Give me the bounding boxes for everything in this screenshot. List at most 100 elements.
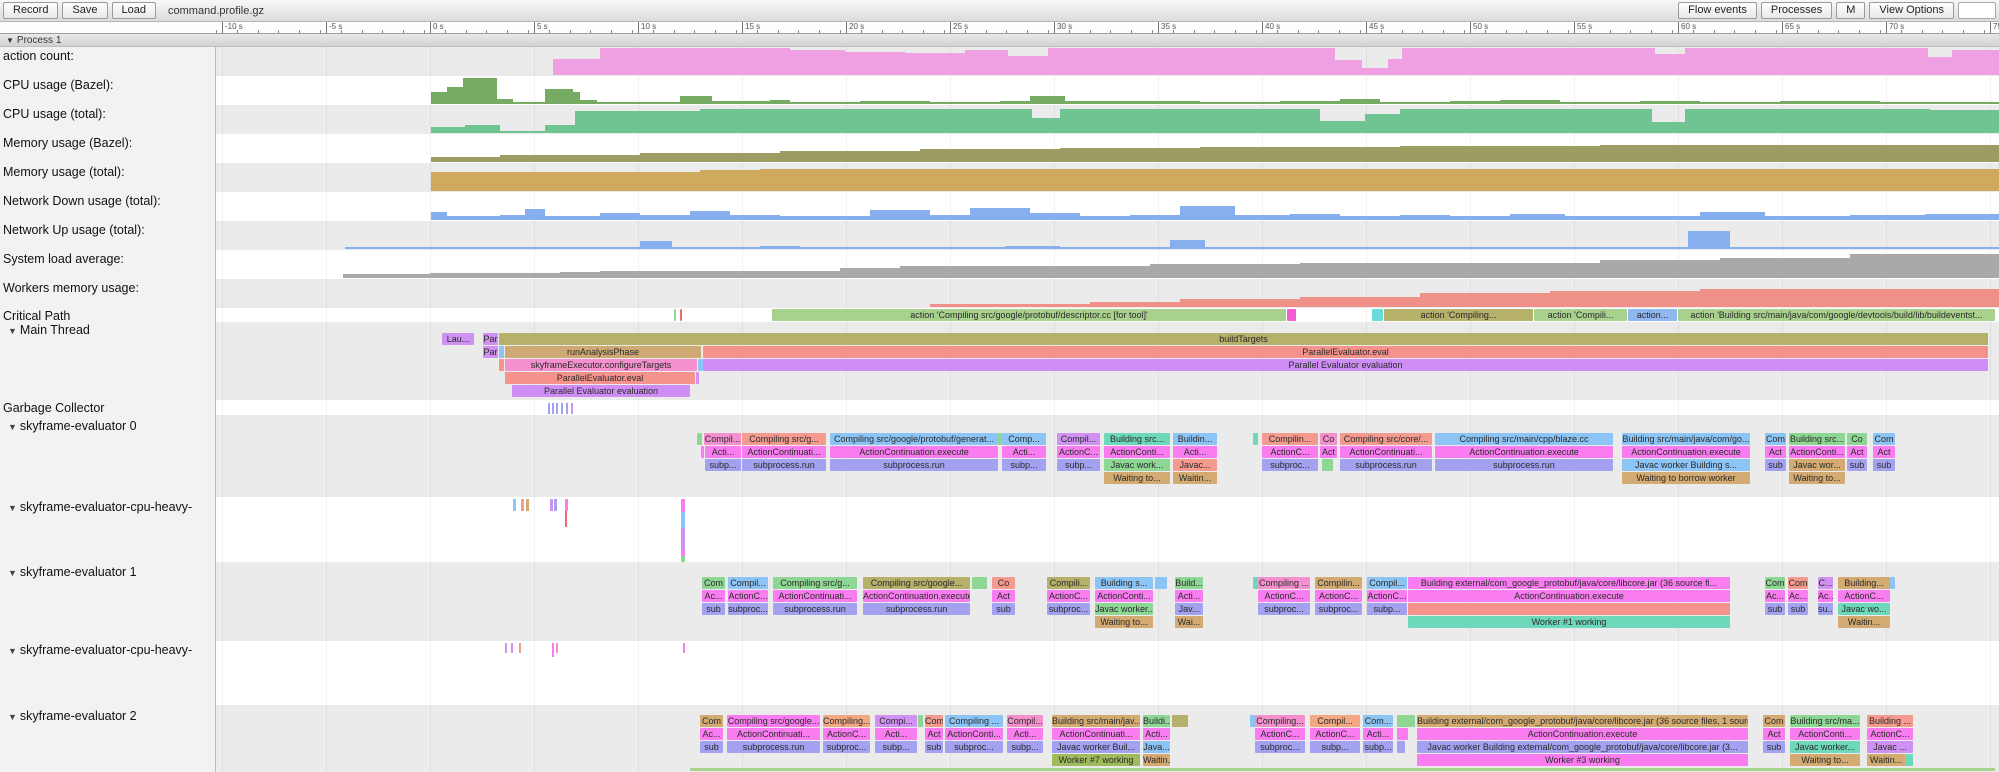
trace-block[interactable]: ActionContinuation.execute [863, 590, 970, 602]
counter-segment[interactable] [640, 241, 672, 249]
trace-block[interactable]: subprocess.run [742, 459, 826, 471]
counter-track-cpu-usage-total-[interactable] [0, 105, 1999, 134]
trace-block[interactable]: subproc... [1262, 459, 1318, 471]
counter-segment[interactable] [1930, 110, 1999, 133]
trace-block[interactable] [1172, 715, 1188, 727]
trace-block[interactable]: Compiling src/main/cpp/blaze.cc [1435, 433, 1613, 445]
view-options-button[interactable]: View Options [1869, 2, 1954, 19]
trace-block[interactable]: sub [702, 603, 725, 615]
counter-segment[interactable] [1400, 215, 1450, 220]
counter-segment[interactable] [1388, 59, 1402, 75]
trace-block[interactable]: subprocess.run [863, 603, 970, 615]
processes-button[interactable]: Processes [1761, 2, 1832, 19]
trace-block[interactable] [1408, 603, 1730, 615]
collapse-arrow-icon[interactable]: ▼ [8, 326, 17, 336]
counter-segment[interactable] [1400, 247, 1500, 249]
counter-segment[interactable] [1200, 102, 1280, 104]
trace-block[interactable]: Java... [1143, 741, 1170, 753]
trace-block[interactable]: Waiting to... [1095, 616, 1153, 628]
trace-block[interactable]: subprocess.run [830, 459, 998, 471]
trace-tick[interactable] [565, 511, 567, 527]
trace-block[interactable] [1397, 728, 1408, 740]
trace-tick[interactable] [681, 528, 685, 550]
collapse-arrow-icon[interactable]: ▼ [8, 712, 17, 722]
counter-segment[interactable] [930, 102, 1000, 104]
counter-segment[interactable] [545, 216, 600, 220]
trace-block[interactable]: Comp... [1002, 433, 1046, 445]
counter-segment[interactable] [345, 247, 640, 249]
trace-block[interactable]: Parallel Evaluator evaluation [512, 385, 690, 397]
counter-segment[interactable] [920, 149, 1060, 162]
trace-block[interactable]: subproc... [1315, 603, 1362, 615]
trace-tick[interactable] [505, 643, 507, 653]
trace-block[interactable]: ActionC... [1310, 728, 1360, 740]
trace-block[interactable]: ActionContinuati... [1052, 728, 1140, 740]
time-ruler[interactable]: -10 s-5 s0 s5 s10 s15 s20 s25 s30 s35 s4… [0, 22, 1999, 34]
counter-segment[interactable] [1402, 48, 1655, 75]
trace-block[interactable]: ActionContinuati... [773, 590, 857, 602]
trace-block[interactable]: su... [1818, 603, 1833, 615]
trace-block[interactable]: ActionC... [1057, 446, 1100, 458]
trace-tick[interactable] [556, 403, 558, 414]
trace-block[interactable]: Javac worker Building external/com_googl… [1417, 741, 1748, 753]
counter-segment[interactable] [430, 273, 560, 278]
counter-segment[interactable] [1952, 50, 1999, 75]
trace-block[interactable]: Compiling src/g... [742, 433, 826, 445]
trace-block[interactable]: Worker #1 working [1408, 616, 1730, 628]
counter-segment[interactable] [1880, 102, 1999, 104]
trace-block[interactable]: subprocess.run [773, 603, 857, 615]
thread-label-main-thread[interactable]: ▼Main Thread [8, 323, 90, 337]
counter-segment[interactable] [672, 247, 760, 249]
counter-segment[interactable] [1560, 102, 1640, 104]
trace-block[interactable]: ActionC... [1367, 590, 1407, 602]
trace-block[interactable]: Parallel Evaluator evaluation [703, 359, 1988, 371]
trace-block[interactable]: Javac wor... [1789, 459, 1845, 471]
trace-block[interactable]: Worker #3 working [1417, 754, 1748, 766]
trace-block[interactable]: Building ... [1867, 715, 1913, 727]
trace-tick[interactable] [548, 403, 550, 414]
trace-block[interactable]: sub [992, 603, 1015, 615]
trace-tick[interactable] [552, 403, 554, 414]
counter-segment[interactable] [597, 102, 680, 104]
trace-block[interactable]: Acti... [705, 446, 741, 458]
counter-segment[interactable] [860, 101, 930, 104]
counter-segment[interactable] [573, 92, 580, 104]
trace-block[interactable]: Acti... [1175, 590, 1203, 602]
counter-segment[interactable] [1235, 215, 1290, 220]
collapse-arrow-icon[interactable]: ▼ [8, 568, 17, 578]
trace-block[interactable]: Compili... [1047, 577, 1090, 589]
toolbar-right-field[interactable] [1958, 2, 1996, 19]
counter-segment[interactable] [1500, 100, 1560, 104]
counter-segment[interactable] [930, 304, 1090, 307]
counter-segment[interactable] [1450, 101, 1500, 104]
trace-block[interactable]: Waiting to... [1789, 472, 1845, 484]
trace-block[interactable]: ActionContinuati... [1340, 446, 1432, 458]
trace-block[interactable]: ActionC... [1838, 590, 1890, 602]
trace-block[interactable]: C... [1818, 577, 1833, 589]
counter-segment[interactable] [497, 99, 513, 104]
trace-block[interactable]: skyframeExecutor.configureTargets [505, 359, 697, 371]
trace-block[interactable]: Compiling src/google... [863, 577, 970, 589]
trace-block[interactable]: Compiling... [823, 715, 870, 727]
trace-block[interactable]: Building src/main/java/com/go... [1622, 433, 1750, 445]
counter-segment[interactable] [600, 48, 790, 75]
counter-segment[interactable] [1340, 216, 1400, 220]
counter-segment[interactable] [1925, 214, 1999, 220]
counter-segment[interactable] [930, 215, 970, 220]
trace-block[interactable]: ActionConti... [1095, 590, 1153, 602]
counter-segment[interactable] [431, 92, 447, 104]
counter-segment[interactable] [845, 52, 905, 75]
counter-segment[interactable] [1600, 260, 1720, 278]
trace-block[interactable]: Com [925, 715, 943, 727]
trace-tick[interactable] [526, 499, 529, 511]
trace-block[interactable]: Ac... [1765, 590, 1785, 602]
counter-segment[interactable] [431, 157, 500, 162]
trace-block[interactable]: Javac worker Building s... [1622, 459, 1750, 471]
trace-block[interactable]: Compiling ... [1258, 577, 1310, 589]
trace-block[interactable]: Building s... [1095, 577, 1153, 589]
counter-segment[interactable] [600, 271, 840, 278]
trace-block[interactable]: Compilin... [1262, 433, 1318, 445]
counter-segment[interactable] [463, 78, 497, 104]
trace-block[interactable]: ActionContinuation.execute [1408, 590, 1730, 602]
trace-block[interactable]: Ac... [1788, 590, 1808, 602]
